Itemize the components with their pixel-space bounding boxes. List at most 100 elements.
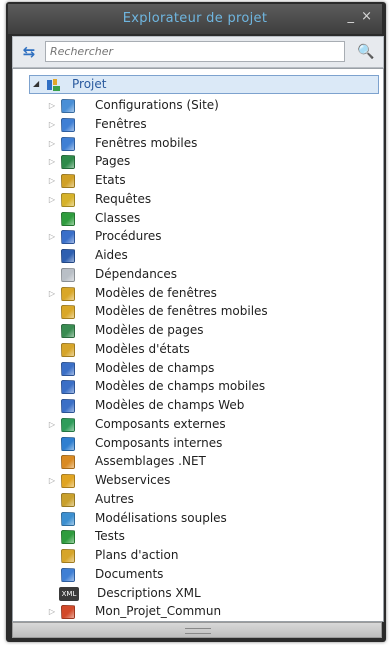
- tree-item[interactable]: ▷ Configurations (Site): [13, 97, 383, 115]
- expand-arrow-icon[interactable]: ▷: [47, 175, 57, 187]
- tree-item[interactable]: Documents: [13, 566, 383, 584]
- tree-item-label: Modèles de champs: [95, 360, 215, 375]
- tree-item[interactable]: Modèles de pages: [13, 322, 383, 340]
- tree-item-label: Descriptions XML: [97, 585, 201, 600]
- collapse-arrow-icon[interactable]: ◢: [33, 79, 39, 88]
- tree-item-label: Tests: [95, 529, 125, 544]
- close-button[interactable]: ×: [361, 10, 372, 24]
- toolbar: ⇆ 🔍: [12, 36, 384, 68]
- tree-item[interactable]: ▷ Procédures: [13, 228, 383, 246]
- mobile-window-template-icon: [61, 305, 75, 320]
- window-icon: [61, 117, 75, 132]
- tree-item-label: Dépendances: [95, 266, 178, 281]
- report-template-icon: [61, 342, 75, 357]
- tree-item[interactable]: Modèles de fenêtres mobiles: [13, 303, 383, 321]
- tree-item-label: Fenêtres: [95, 116, 147, 131]
- tree-item-label: Pages: [95, 154, 131, 169]
- sync-button[interactable]: ⇆: [17, 41, 41, 63]
- resize-grip-icon[interactable]: [185, 628, 211, 634]
- external-component-icon: [61, 417, 75, 432]
- mobile-window-icon: [61, 136, 75, 151]
- tree-item-label: Modèles de champs Web: [95, 398, 245, 412]
- tree-item-label: Webservices: [95, 473, 171, 487]
- minimize-button[interactable]: _: [348, 10, 355, 24]
- tree-item-label: Procédures: [95, 229, 162, 244]
- tree-item[interactable]: ▷ Modèles de fenêtres: [13, 285, 383, 303]
- action-plan-icon: [61, 549, 75, 563]
- find-button[interactable]: 🔍: [355, 41, 377, 63]
- control-template-icon: [61, 361, 75, 376]
- tree-item[interactable]: ▷ Pages: [13, 153, 383, 171]
- tree-item[interactable]: XML Descriptions XML: [13, 585, 383, 603]
- tree-item-label: Composants externes: [95, 416, 226, 431]
- tree-item[interactable]: Modèles d'états: [13, 341, 383, 359]
- tree-item[interactable]: Composants internes: [13, 435, 383, 453]
- expand-arrow-icon[interactable]: ▷: [47, 100, 57, 112]
- tree-item[interactable]: ▷ Etats: [13, 172, 383, 190]
- tree-item[interactable]: Modélisations souples: [13, 510, 383, 528]
- expand-arrow-icon[interactable]: ▷: [47, 138, 57, 150]
- mobile-control-template-icon: [61, 380, 75, 395]
- help-icon: [61, 249, 75, 263]
- tree-item[interactable]: Dépendances: [13, 266, 383, 284]
- title-bar[interactable]: Explorateur de projet _ ×: [8, 4, 382, 34]
- tree-root-label: Projet: [72, 77, 107, 91]
- page-template-icon: [61, 324, 75, 338]
- tree-item[interactable]: ▷ Composants externes: [13, 416, 383, 434]
- search-input[interactable]: [45, 41, 345, 62]
- other-icon: [61, 492, 75, 507]
- resize-bar[interactable]: [12, 622, 382, 638]
- tree-item-label: Modèles de champs mobiles: [95, 379, 266, 394]
- tree-item-label: Classes: [95, 210, 141, 225]
- tree-item-label: Fenêtres mobiles: [95, 135, 198, 150]
- web-control-template-icon: [61, 399, 75, 413]
- page-icon: [61, 155, 75, 170]
- tree-root-row[interactable]: ◢ Projet: [29, 75, 379, 94]
- tree-item-label: Modèles de fenêtres mobiles: [95, 304, 268, 319]
- window-title: Explorateur de projet: [122, 11, 268, 26]
- tree-item[interactable]: Autres: [13, 491, 383, 509]
- tree-item[interactable]: Classes: [13, 210, 383, 228]
- xml-icon: XML: [59, 586, 79, 601]
- tree-item[interactable]: ▷ Fenêtres: [13, 116, 383, 134]
- tree-item[interactable]: ▷ Webservices: [13, 472, 383, 490]
- tree-item[interactable]: ▷ Mon_Projet_Commun: [13, 603, 383, 621]
- expand-arrow-icon[interactable]: ▷: [47, 419, 57, 431]
- expand-arrow-icon[interactable]: ▷: [47, 156, 57, 168]
- tree-item[interactable]: Modèles de champs mobiles: [13, 378, 383, 396]
- tree-item-label: Etats: [95, 173, 126, 187]
- configuration-icon: [61, 99, 75, 113]
- tree-item[interactable]: Modèles de champs Web: [13, 397, 383, 415]
- expand-arrow-icon[interactable]: ▷: [47, 119, 57, 131]
- tree-item-label: Composants internes: [95, 435, 223, 450]
- expand-arrow-icon[interactable]: ▷: [47, 475, 57, 487]
- expand-arrow-icon[interactable]: ▷: [47, 288, 57, 300]
- query-icon: [61, 192, 75, 207]
- tree-item[interactable]: ▷ Fenêtres mobiles: [13, 135, 383, 153]
- tree-item[interactable]: Plans d'action: [13, 547, 383, 565]
- tree-item[interactable]: Modèles de champs: [13, 360, 383, 378]
- project-icon: [47, 79, 60, 91]
- tree-item-label: Mon_Projet_Commun: [95, 604, 222, 619]
- expand-arrow-icon[interactable]: ▷: [47, 194, 57, 206]
- shared-project-icon: [61, 605, 75, 620]
- tree-item-label: Modèles d'états: [95, 341, 190, 356]
- project-tree[interactable]: ◢ Projet ▷ Configurations (Site) ▷ Fenêtres…: [12, 68, 384, 622]
- expand-arrow-icon[interactable]: ▷: [47, 231, 57, 243]
- report-icon: [61, 174, 75, 188]
- webservice-icon: [61, 474, 75, 488]
- dotnet-assembly-icon: [61, 455, 75, 470]
- tree-item[interactable]: ▷ Requêtes: [13, 191, 383, 209]
- tree-item-label: Modélisations souples: [95, 510, 227, 525]
- dependency-icon: [61, 267, 75, 282]
- tree-item[interactable]: Assemblages .NET: [13, 453, 383, 471]
- document-icon: [61, 567, 75, 582]
- tree-item-label: Configurations (Site): [95, 98, 219, 112]
- expand-arrow-icon[interactable]: ▷: [47, 606, 57, 618]
- tree-item-label: Modèles de pages: [95, 323, 204, 337]
- tree-item[interactable]: Tests: [13, 528, 383, 546]
- tree-item[interactable]: Aides: [13, 247, 383, 265]
- tree-item-label: Plans d'action: [95, 548, 179, 562]
- class-icon: [61, 211, 75, 226]
- tree-item-label: Assemblages .NET: [95, 454, 206, 469]
